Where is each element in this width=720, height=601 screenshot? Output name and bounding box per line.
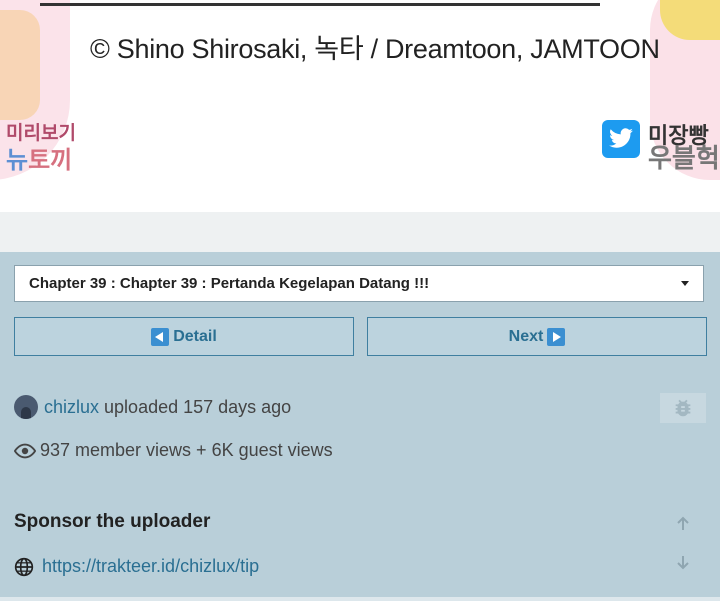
comic-cropped-text [40,0,660,6]
comic-right-logo: 우블헉 [648,143,720,173]
next-button-label: Next [508,327,544,345]
bug-icon [675,399,691,417]
chapter-select[interactable]: Chapter 39 : Chapter 39 : Pertanda Kegel… [14,265,704,302]
comic-left-logo: 뉴토끼 [6,140,72,175]
uploader-username[interactable]: chizlux [44,397,99,418]
comic-character-hair [0,10,40,120]
upload-time: uploaded 157 days ago [104,396,292,417]
chevron-down-icon [681,281,689,286]
sponsor-title: Sponsor the uploader [14,511,211,532]
sponsor-link-row: https://trakteer.id/chizlux/tip [14,556,259,577]
comic-left-logo-part1: 뉴 [6,147,29,174]
arrow-up-icon [677,516,689,530]
comic-page-image: © Shino Shirosaki, 녹타 / Dreamtoon, JAMTO… [0,0,720,212]
view-stats: 937 member views + 6K guest views [14,440,333,461]
views-text: 937 member views + 6K guest views [40,440,333,460]
eye-icon [14,443,36,458]
comic-credit: © Shino Shirosaki, 녹타 / Dreamtoon, JAMTO… [90,34,660,64]
bottom-divider [0,597,720,601]
scroll-up-button[interactable] [673,514,693,534]
globe-icon [14,557,34,576]
twitter-icon [602,120,640,158]
page-gap [0,212,720,252]
detail-button[interactable]: Detail [14,317,354,356]
sponsor-link[interactable]: https://trakteer.id/chizlux/tip [42,556,259,577]
avatar[interactable] [14,395,38,419]
chapter-select-value: Chapter 39 : Chapter 39 : Pertanda Kegel… [29,275,430,292]
arrow-left-icon [151,327,170,346]
scroll-down-button[interactable] [673,552,693,572]
uploader-info: chizlux uploaded 157 days ago [14,395,291,419]
detail-button-label: Detail [173,327,217,345]
report-bug-button[interactable] [660,393,706,423]
next-button[interactable]: Next [367,317,707,356]
chapter-panel [0,252,720,601]
comic-left-logo-part2: 토끼 [28,147,73,174]
arrow-right-icon [547,327,566,346]
arrow-down-icon [677,556,689,570]
